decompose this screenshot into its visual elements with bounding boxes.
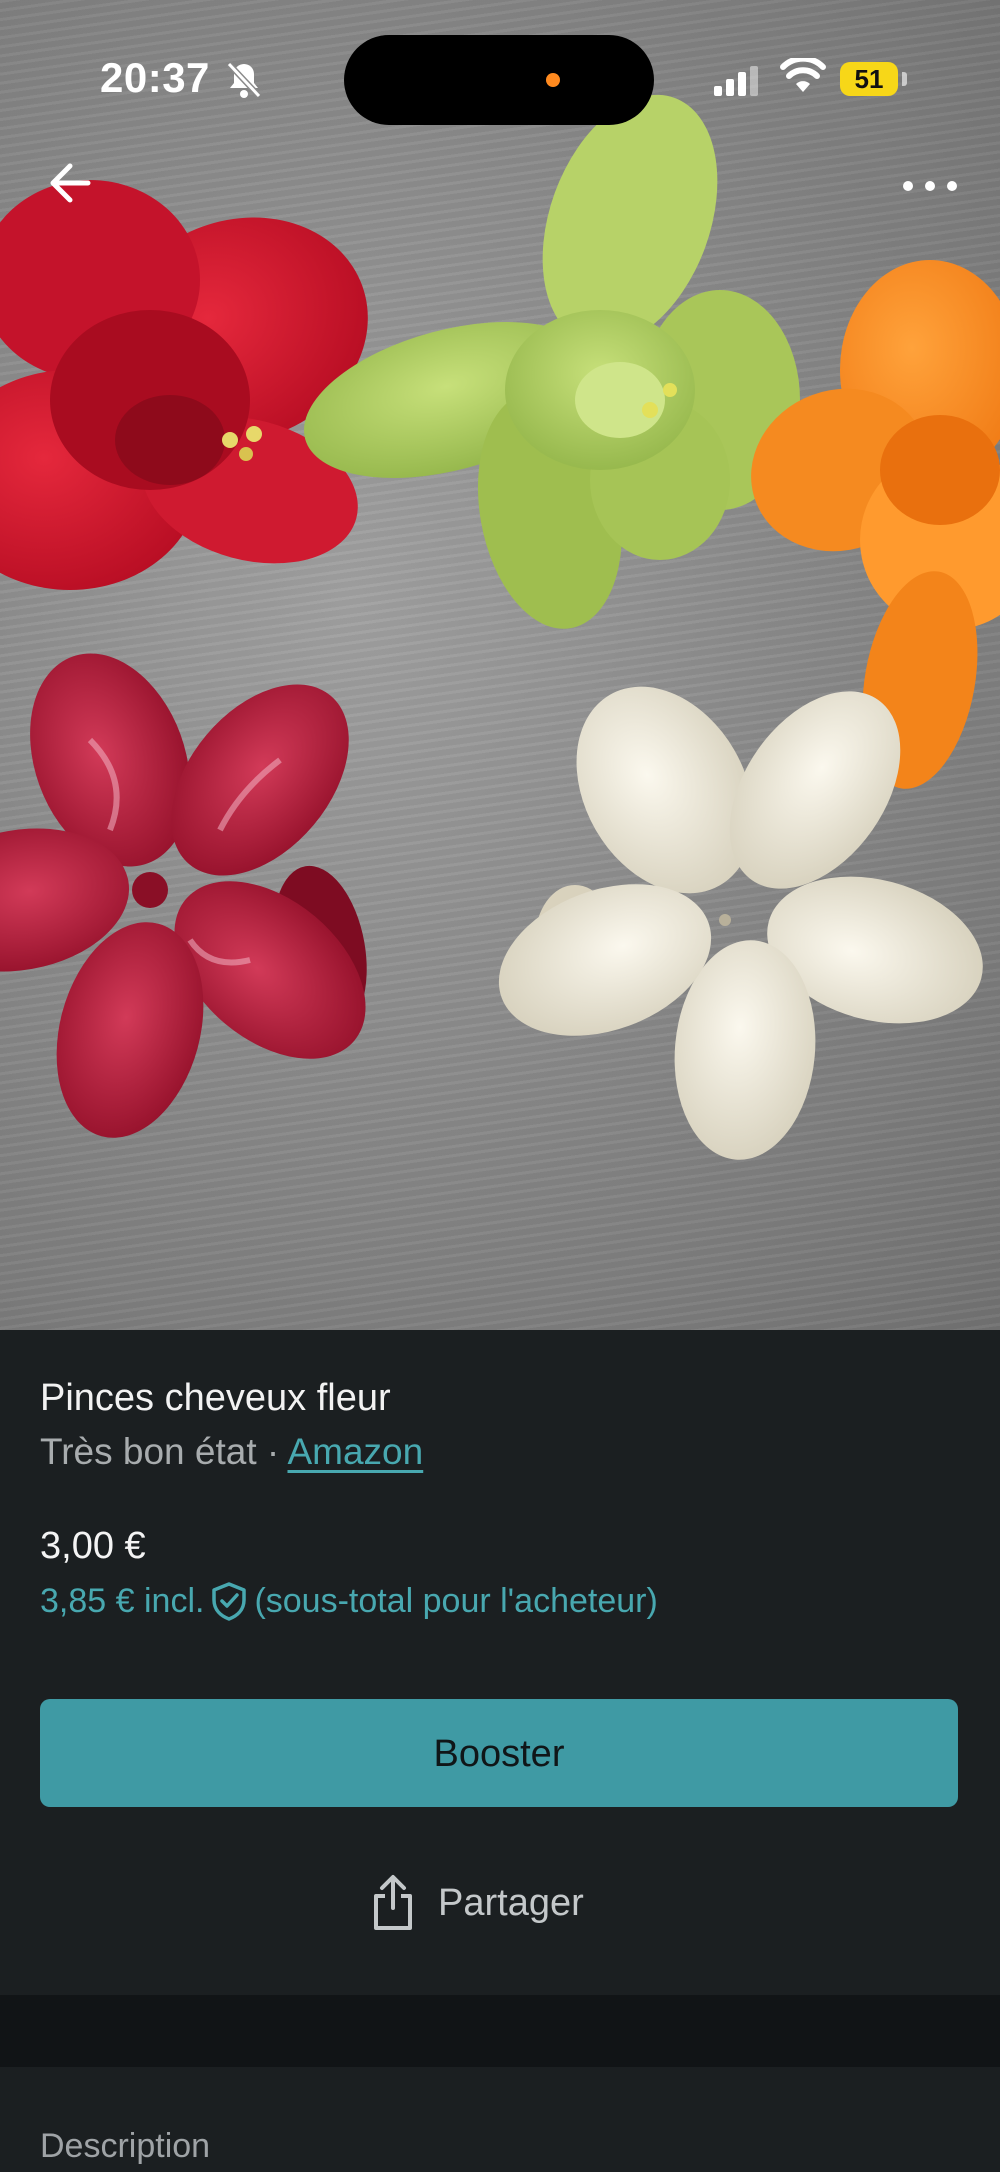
description-heading: Description [40,2127,211,2165]
buyer-total-note: (sous-total pour l'acheteur) [254,1581,658,1620]
back-arrow-icon[interactable] [44,158,94,208]
product-meta: Très bon état · Amazon [40,1431,423,1473]
product-price: 3,00 € [40,1525,146,1567]
product-condition: Très bon état [40,1431,257,1472]
battery-cap [902,72,907,86]
product-info-panel: Pinces cheveux fleur Très bon état · Ama… [0,1330,1000,1995]
green-flower [303,94,800,629]
wifi-icon [780,58,826,92]
share-label: Partager [438,1881,584,1924]
product-title: Pinces cheveux fleur [40,1377,391,1419]
maroon-claw-clip [0,653,367,1138]
buyer-total[interactable]: 3,85 € incl. (sous-total pour l'acheteur… [40,1581,658,1621]
more-options-icon[interactable] [900,166,960,206]
privacy-indicator-dot [546,73,560,87]
booster-button[interactable]: Booster [40,1699,958,1807]
flower-clips-illustration [0,94,1000,1160]
status-time: 20:37 [100,54,210,101]
product-screen: 20:37 51 Pinces cheveux fleur Très bon é… [0,0,1000,2172]
buyer-protection-shield-icon[interactable] [210,1581,248,1621]
description-section: Description [0,2067,1000,2172]
product-photo[interactable] [0,0,1000,1330]
share-icon [374,1875,412,1930]
brand-link[interactable]: Amazon [287,1431,423,1472]
dynamic-island [344,35,654,125]
buyer-total-price: 3,85 € incl. [40,1581,205,1620]
section-divider [0,1995,1000,2067]
meta-separator: · [256,1431,288,1472]
signal-icon [714,66,758,96]
battery-icon: 51 [840,62,898,96]
share-button[interactable]: Partager [370,1870,584,1936]
bell-off-icon [226,61,262,99]
